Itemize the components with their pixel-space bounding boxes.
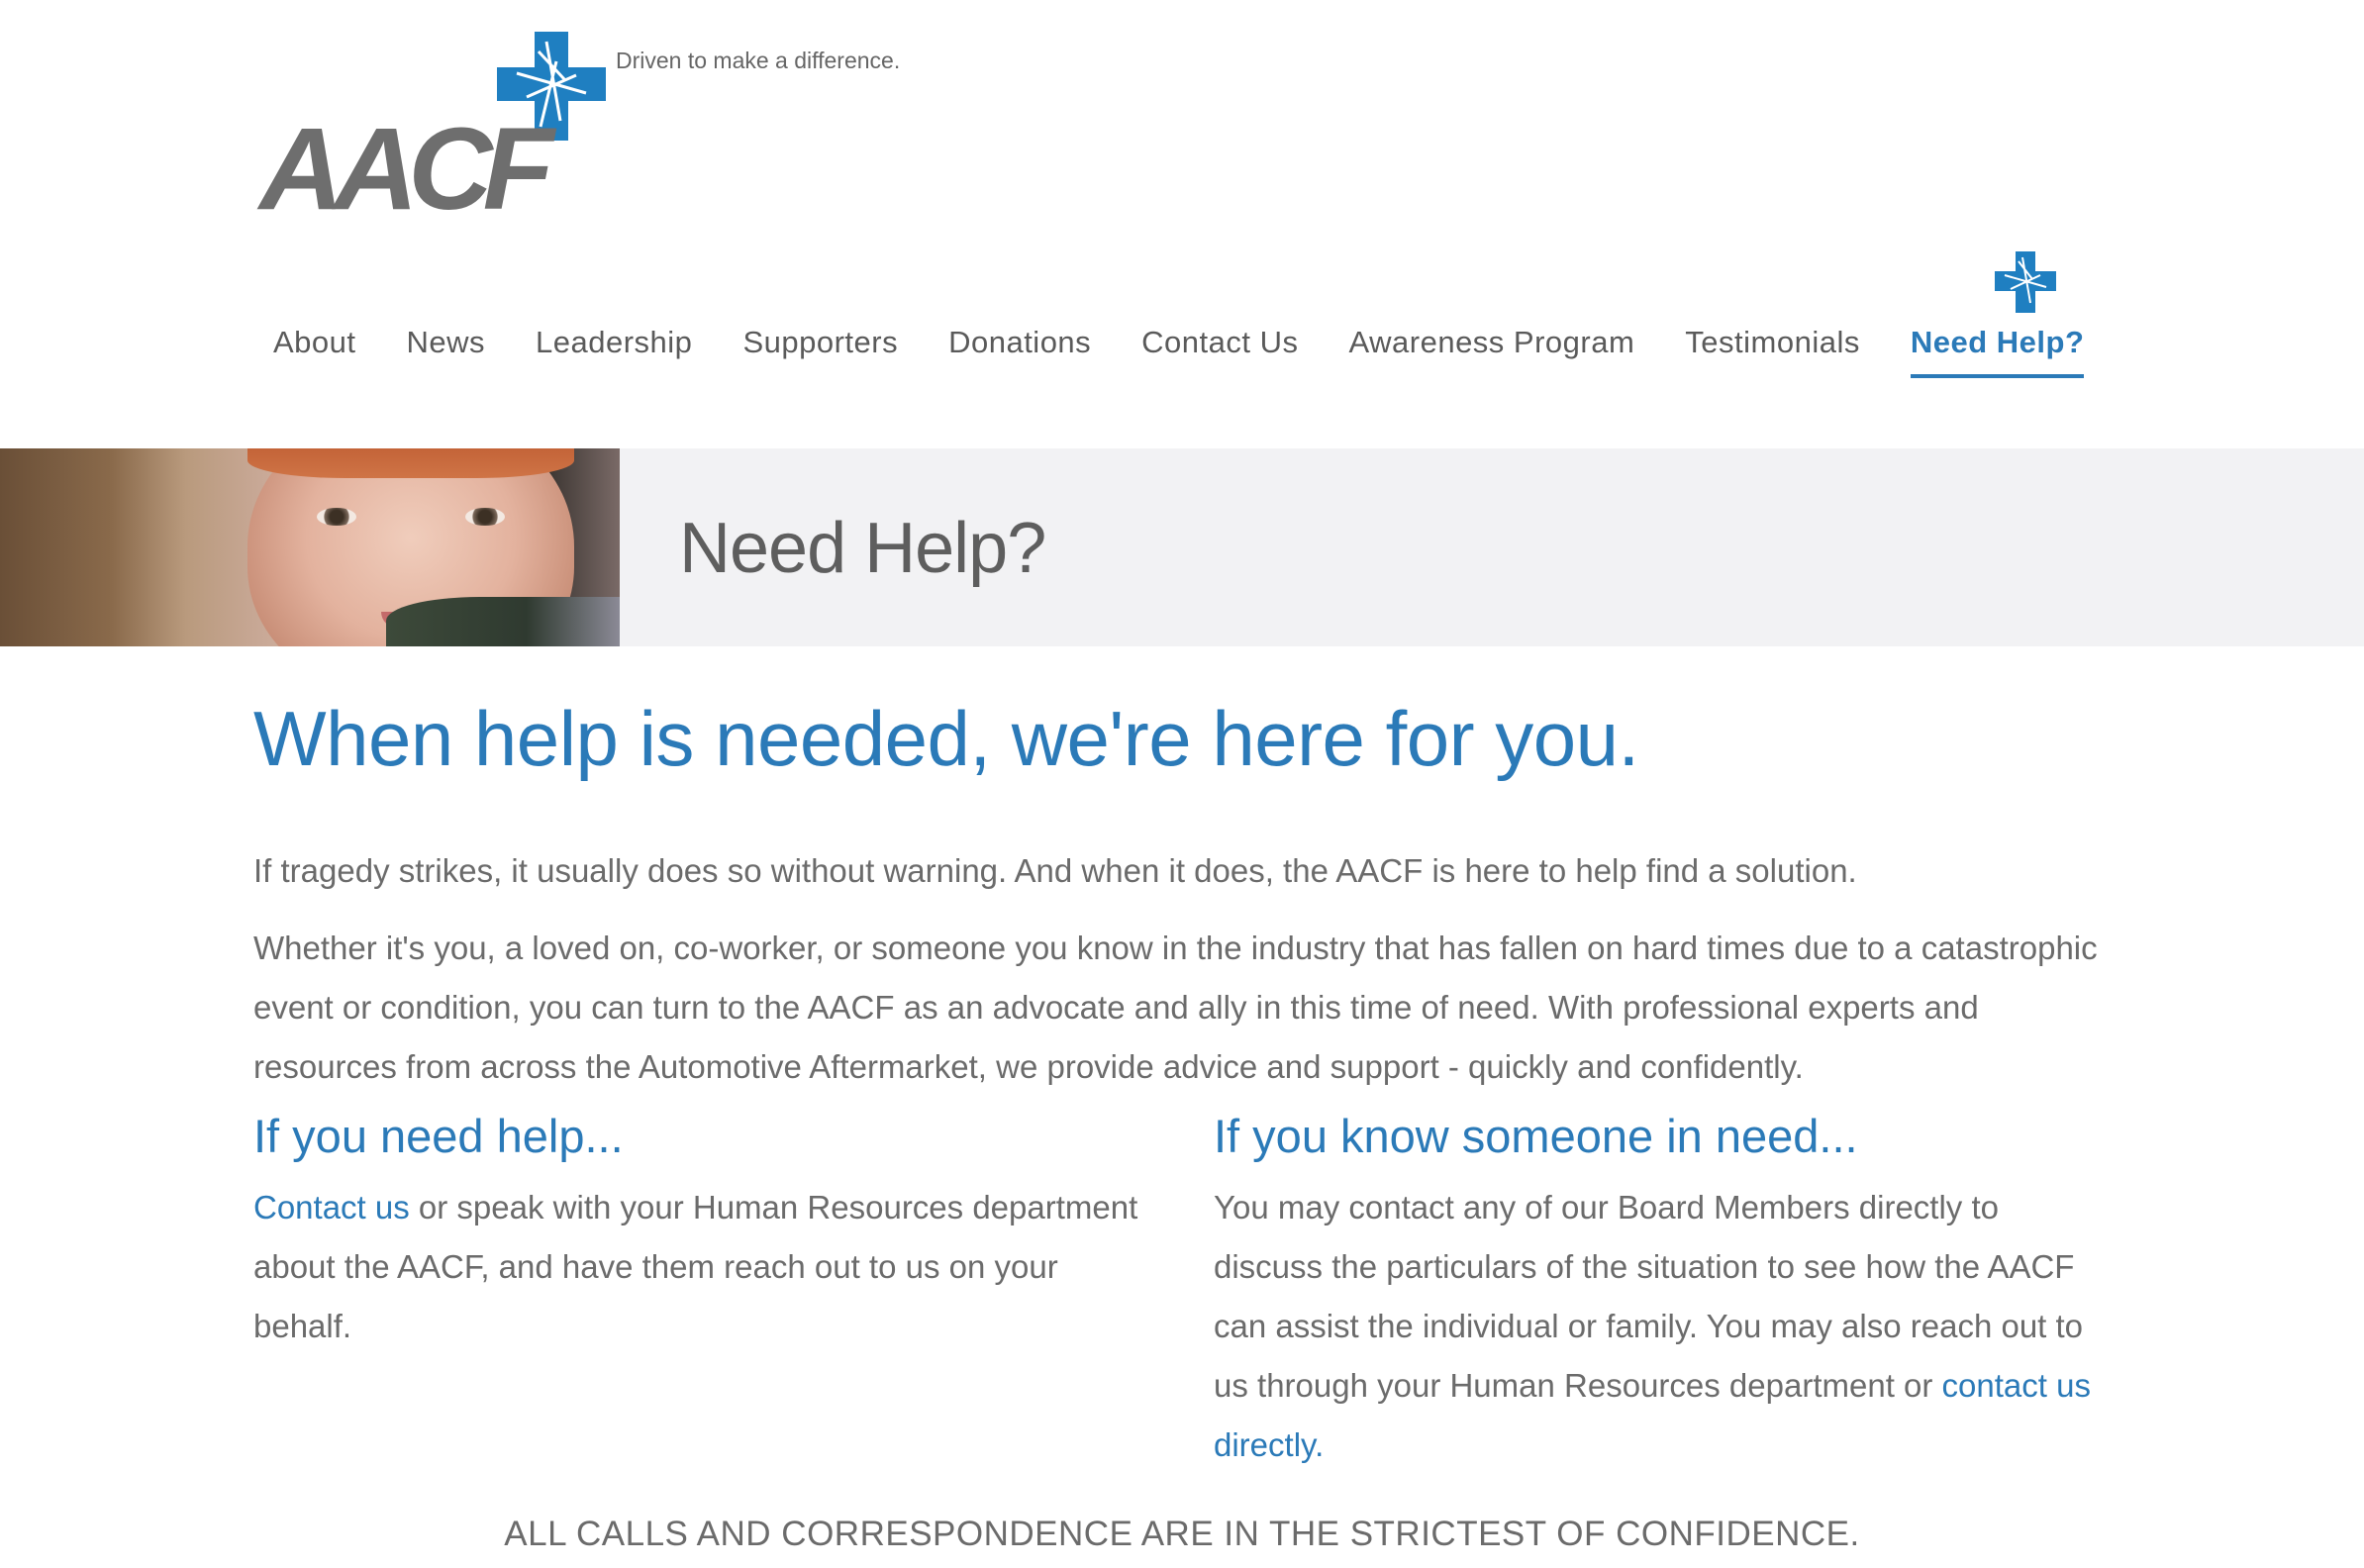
contact-us-link[interactable]: Contact us [253, 1189, 410, 1225]
confidentiality-notice: ALL CALLS AND CORRESPONDENCE ARE IN THE … [504, 1515, 1860, 1553]
nav-item-about[interactable]: About [257, 315, 372, 370]
know-someone-heading: If you know someone in need... [1214, 1110, 1858, 1162]
photo-hair [247, 448, 574, 478]
headline: When help is needed, we're here for you. [253, 695, 1639, 782]
link-period: . [1315, 1426, 1325, 1463]
photo-eye-right [465, 508, 505, 526]
nav-item-supporters[interactable]: Supporters [727, 315, 914, 370]
page: AACF Driven to make a difference. About … [0, 0, 2364, 1568]
banner-photo-child [0, 448, 620, 646]
photo-scarf [386, 597, 620, 646]
nav-item-testimonials[interactable]: Testimonials [1669, 315, 1876, 370]
main-content: When help is needed, we're here for you.… [253, 693, 2115, 1463]
need-help-column: If you need help... Contact us or speak … [253, 1107, 1164, 1356]
body-paragraph: Whether it's you, a loved on, co-worker,… [253, 930, 2098, 1085]
need-help-text: Contact us or speak with your Human Reso… [253, 1178, 1164, 1356]
intro-paragraph: If tragedy strikes, it usually does so w… [253, 852, 1857, 889]
site-logo[interactable]: AACF Driven to make a difference. [259, 32, 952, 228]
page-banner: Need Help? [0, 448, 2364, 646]
know-someone-text: You may contact any of our Board Members… [1214, 1178, 2115, 1475]
nav-item-donations[interactable]: Donations [933, 315, 1107, 370]
nav-item-leadership[interactable]: Leadership [520, 315, 708, 370]
nav-item-contact-us[interactable]: Contact Us [1126, 315, 1314, 370]
photo-eye-left [317, 508, 356, 526]
nav-item-news[interactable]: News [391, 315, 502, 370]
know-someone-column: If you know someone in need... You may c… [1214, 1107, 2115, 1475]
page-title: Need Help? [679, 509, 1046, 588]
nav-item-awareness-program[interactable]: Awareness Program [1333, 315, 1651, 370]
tagline: Driven to make a difference. [616, 48, 901, 73]
need-help-heading: If you need help... [253, 1110, 624, 1162]
need-help-cross-icon [1995, 251, 2056, 313]
logo-wordmark: AACF [259, 104, 554, 235]
main-nav: About News Leadership Supporters Donatio… [257, 315, 2118, 394]
nav-item-need-help[interactable]: Need Help? [1895, 315, 2101, 378]
